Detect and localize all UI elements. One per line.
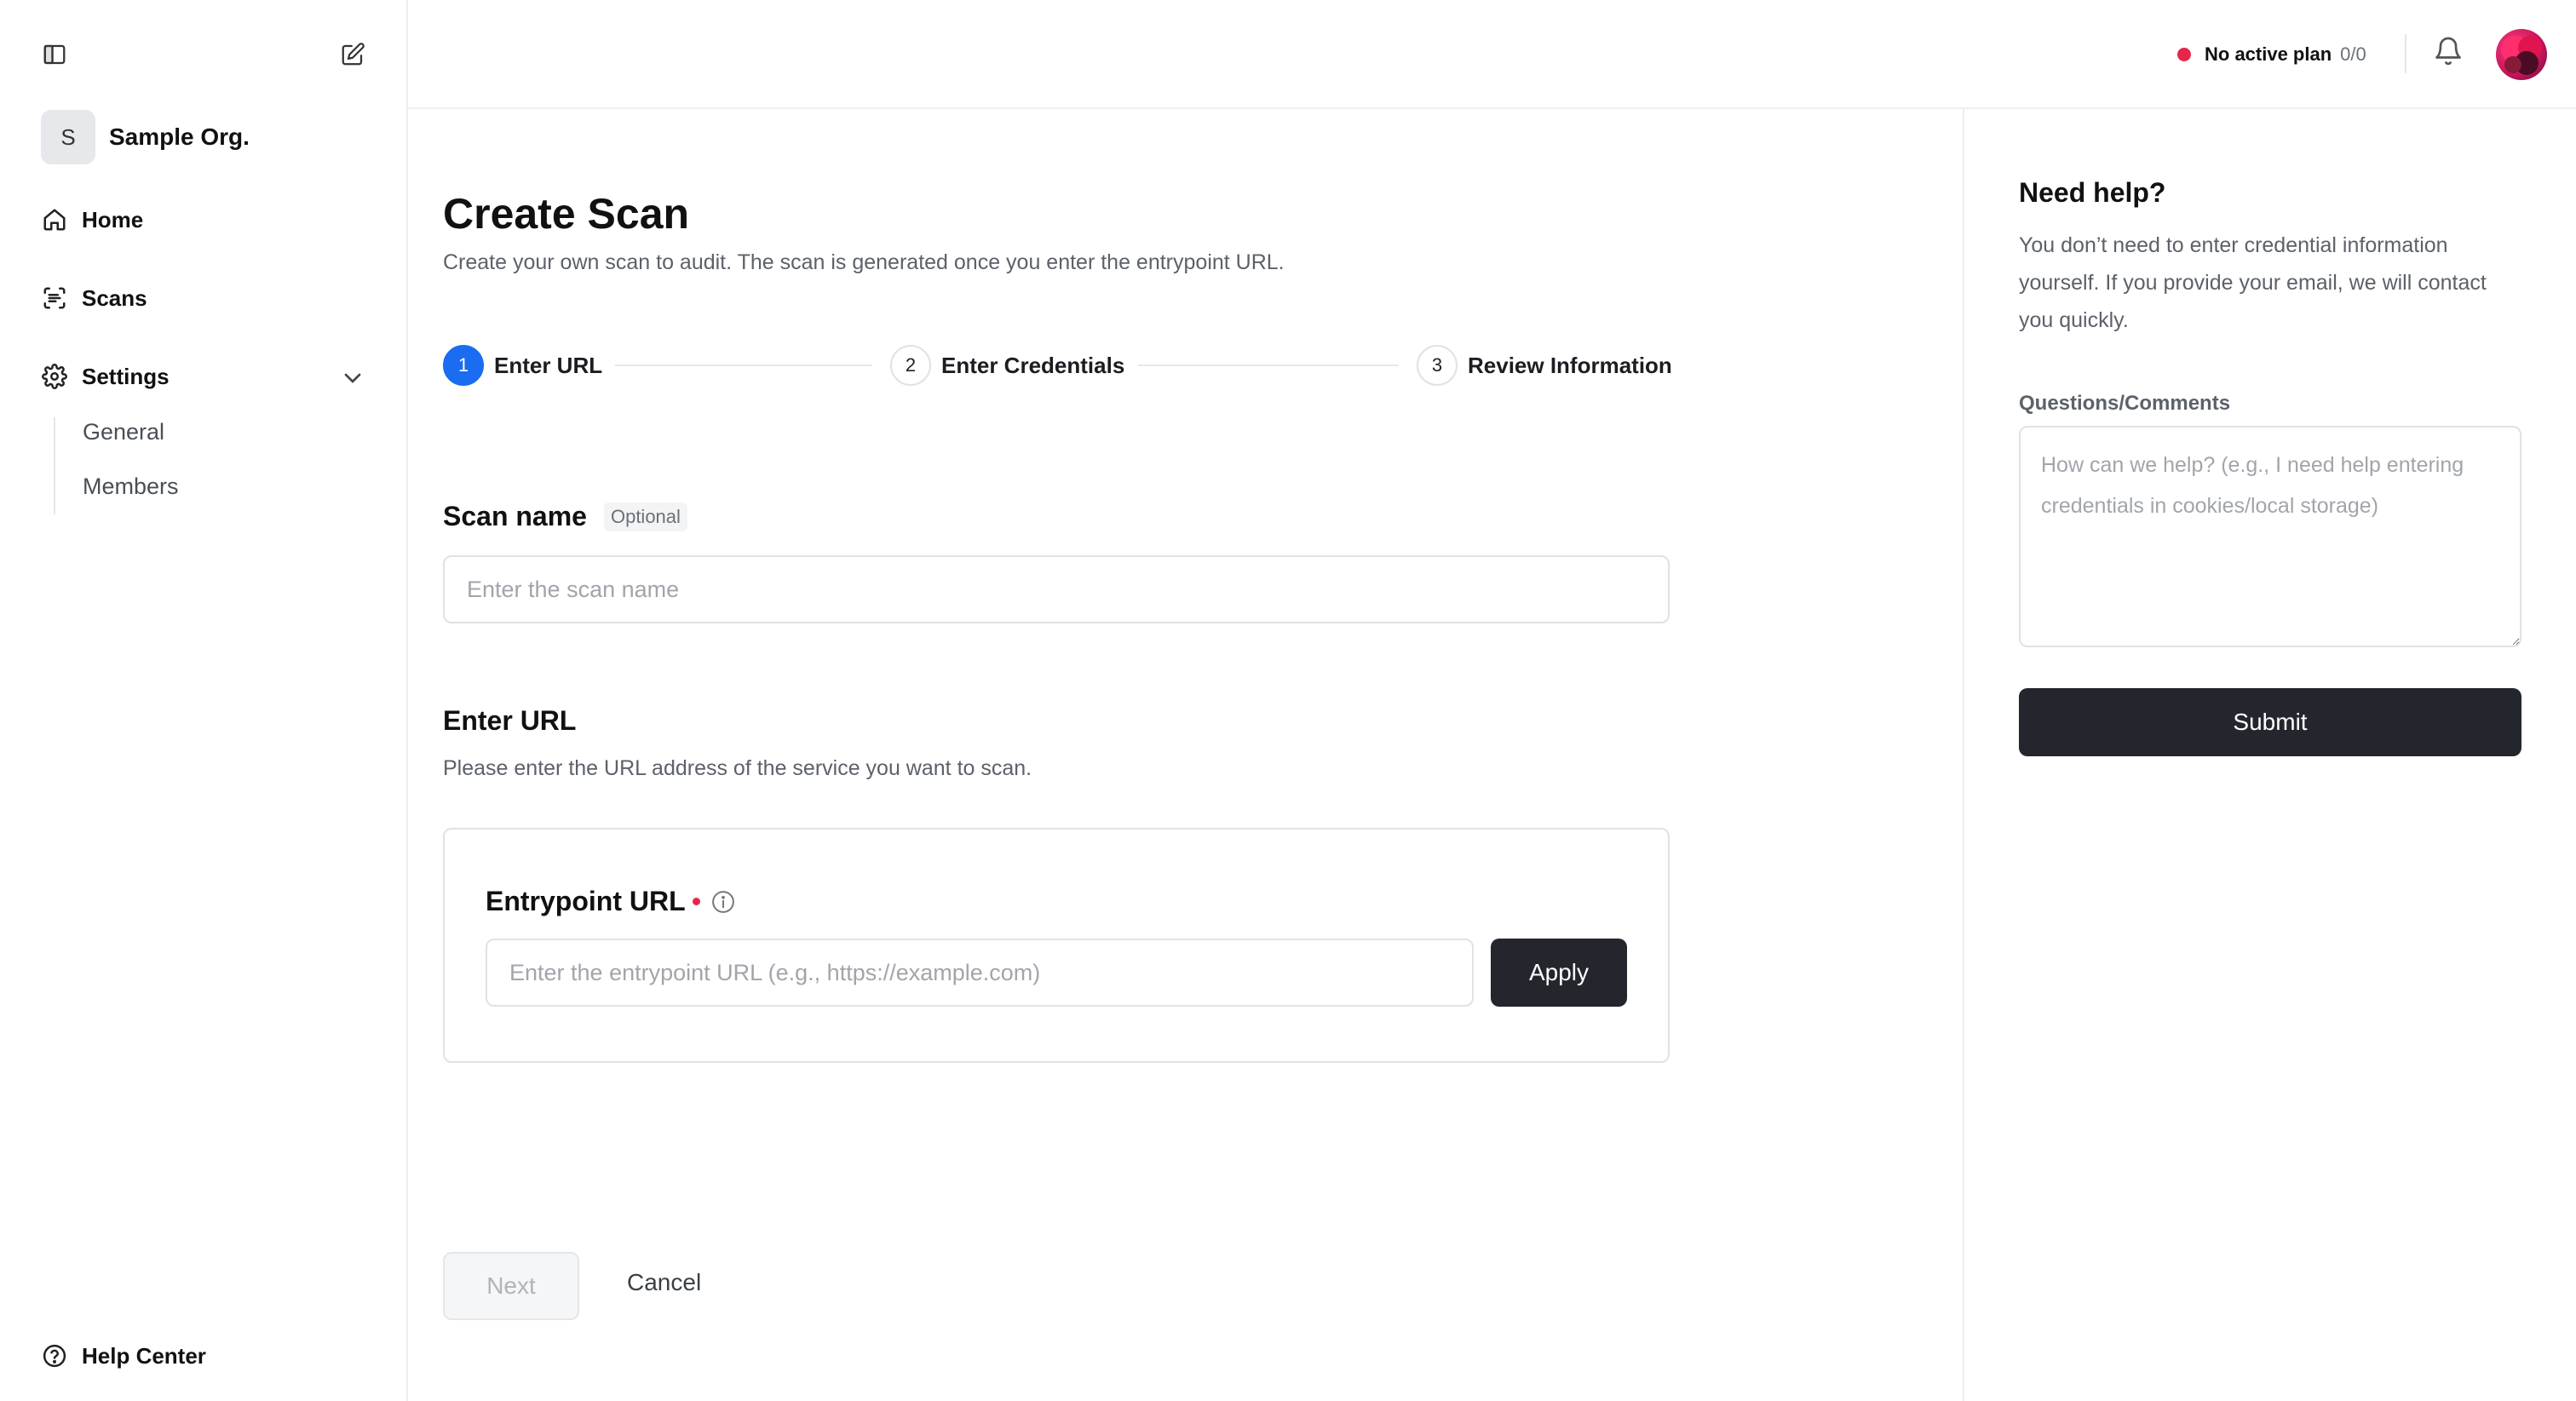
page-subtitle: Create your own scan to audit. The scan … (443, 250, 1285, 274)
step-enter-url: 1 Enter URL (443, 344, 602, 387)
plan-status[interactable]: No active plan 0/0 (2177, 37, 2366, 72)
step-label: Review Information (1468, 352, 1672, 378)
submit-button[interactable]: Submit (2019, 688, 2521, 756)
sidebar-item-general[interactable]: General (83, 419, 164, 445)
chevron-down-icon[interactable] (339, 365, 366, 392)
nav-settings[interactable]: Settings (41, 358, 170, 395)
plan-status-label: No active plan (2205, 43, 2332, 65)
header-divider (2405, 34, 2406, 73)
user-avatar[interactable] (2496, 29, 2547, 80)
entrypoint-url-input[interactable] (486, 939, 1474, 1007)
scan-icon (41, 284, 68, 312)
help-circle-icon (41, 1342, 68, 1369)
sidebar-toggle-icon[interactable] (36, 36, 73, 73)
help-panel-title: Need help? (2019, 177, 2166, 208)
org-avatar: S (41, 110, 95, 164)
page-title: Create Scan (443, 190, 690, 238)
step-label: Enter Credentials (941, 352, 1125, 378)
help-center-link[interactable]: Help Center (41, 1342, 206, 1369)
step-enter-credentials: 2 Enter Credentials (890, 344, 1124, 387)
nav-settings-label: Settings (82, 363, 170, 389)
help-center-label: Help Center (82, 1342, 206, 1369)
enter-url-heading: Enter URL (443, 705, 577, 736)
cancel-button[interactable]: Cancel (627, 1269, 701, 1296)
plan-status-dot (2177, 48, 2191, 61)
help-panel-description: You don’t need to enter credential infor… (2019, 233, 2487, 332)
settings-submenu-line (54, 417, 55, 514)
nav-home-label: Home (82, 206, 144, 233)
step-label: Enter URL (494, 352, 603, 378)
step-number: 1 (443, 345, 484, 386)
home-icon (41, 206, 68, 233)
comments-label: Questions/Comments (2019, 392, 2231, 415)
step-number: 2 (890, 345, 931, 386)
org-name: Sample Org. (109, 123, 250, 150)
stepper-connector (615, 365, 872, 366)
next-button[interactable]: Next (443, 1252, 579, 1320)
bell-icon[interactable] (2433, 36, 2467, 70)
nav-home[interactable]: Home (41, 201, 143, 238)
org-switcher[interactable]: S Sample Org. (41, 110, 250, 164)
sidebar: S Sample Org. Home Scans Settings Genera… (0, 0, 408, 1401)
apply-button[interactable]: Apply (1491, 939, 1627, 1007)
sidebar-item-members[interactable]: Members (83, 474, 179, 500)
new-scan-edit-icon[interactable] (334, 36, 371, 73)
plan-status-count: 0/0 (2340, 43, 2366, 65)
info-icon[interactable] (710, 889, 736, 915)
comments-textarea[interactable] (2019, 426, 2521, 647)
gear-icon (41, 363, 68, 390)
scan-name-label: Scan name Optional (443, 501, 687, 532)
step-review-information: 3 Review Information (1417, 344, 1672, 387)
optional-badge: Optional (603, 502, 687, 531)
scan-name-input[interactable] (443, 555, 1670, 623)
stepper-connector (1138, 365, 1399, 366)
required-indicator (692, 898, 700, 905)
entrypoint-url-label-text: Entrypoint URL (486, 886, 686, 916)
enter-url-description: Please enter the URL address of the serv… (443, 756, 1032, 780)
nav-scans[interactable]: Scans (41, 279, 147, 317)
entrypoint-url-label: Entrypoint URL (486, 886, 736, 917)
step-number: 3 (1417, 345, 1458, 386)
nav-scans-label: Scans (82, 284, 147, 311)
scan-name-label-text: Scan name (443, 501, 587, 531)
